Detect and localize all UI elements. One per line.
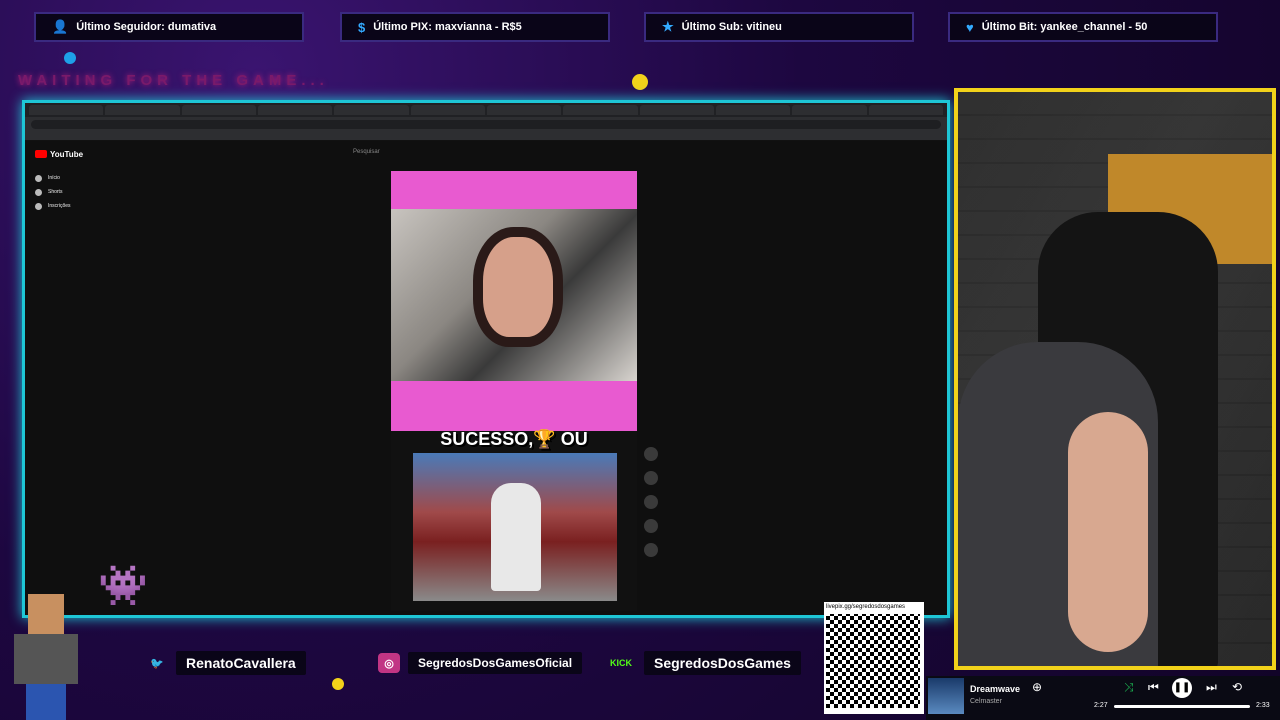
youtube-play-icon <box>35 150 47 158</box>
alert-text: Último PIX: maxvianna - R$5 <box>373 21 522 33</box>
alert-text: Último Bit: yankee_channel - 50 <box>981 21 1148 33</box>
captured-browser-window: YouTube Pesquisar Início Shorts Inscriçõ… <box>22 100 950 618</box>
browser-tab[interactable] <box>486 105 562 115</box>
decor-dot <box>64 52 76 64</box>
streamer-arm <box>1068 412 1148 652</box>
decor-dot <box>332 678 344 690</box>
browser-tab[interactable] <box>257 105 333 115</box>
browser-tab[interactable] <box>868 105 943 115</box>
elapsed-time: 2:27 <box>1094 702 1108 709</box>
twitter-icon: 🐦 <box>150 657 164 670</box>
youtube-header: YouTube Pesquisar <box>25 144 947 164</box>
embedded-video <box>413 453 617 601</box>
browser-tab[interactable] <box>105 105 180 115</box>
browser-tab[interactable] <box>563 105 638 115</box>
youtube-short-player[interactable]: SUCESSO,🏆 OU <box>391 171 637 611</box>
pixel-character <box>6 594 86 720</box>
album-art <box>928 678 964 714</box>
subscriptions-icon <box>35 202 42 210</box>
browser-tabs <box>25 103 947 117</box>
sidebar-item-home[interactable]: Início <box>35 171 115 185</box>
youtube-logo[interactable]: YouTube <box>35 150 83 159</box>
url-input[interactable] <box>31 119 941 129</box>
social-instagram: ◎ SegredosDosGamesOficial <box>378 650 583 676</box>
share-button[interactable] <box>644 519 658 533</box>
webcam-feed <box>954 88 1276 670</box>
user-icon: 👤 <box>52 19 69 34</box>
short-caption: SUCESSO,🏆 OU <box>440 429 588 449</box>
decor-dot <box>632 74 648 90</box>
dollar-icon: $ <box>358 19 366 35</box>
shuffle-icon[interactable]: ⤨ <box>1124 680 1134 695</box>
comment-button[interactable] <box>644 495 658 509</box>
browser-tab[interactable] <box>181 105 256 115</box>
alert-last-pix: $ Último PIX: maxvianna - R$5 <box>340 12 610 42</box>
star-icon: ★ <box>662 19 674 34</box>
alert-last-bit: ♥ Último Bit: yankee_channel - 50 <box>948 12 1218 42</box>
total-time: 2:33 <box>1256 702 1270 709</box>
previous-icon[interactable]: ⏮ <box>1148 680 1159 695</box>
youtube-search-input[interactable]: Pesquisar <box>353 149 583 159</box>
short-pink-banner <box>391 381 637 431</box>
browser-tab[interactable] <box>792 105 867 115</box>
kick-icon: KICK <box>610 658 632 668</box>
browser-tab[interactable] <box>410 105 485 115</box>
streamer-face <box>473 227 563 347</box>
dislike-button[interactable] <box>644 471 658 485</box>
bookmarks-bar <box>25 131 947 141</box>
space-invader-icon: 👾 <box>98 564 148 608</box>
add-icon[interactable]: ⊕ <box>1032 680 1042 694</box>
alert-last-sub: ★ Último Sub: vitineu <box>644 12 914 42</box>
alert-text: Último Sub: vitineu <box>681 21 782 33</box>
progress-bar[interactable] <box>1114 705 1250 708</box>
youtube-sidebar: Início Shorts Inscrições <box>35 171 115 213</box>
song-artist: Celmaster <box>970 698 1002 705</box>
like-button[interactable] <box>644 447 658 461</box>
alert-last-follower: 👤 Último Seguidor: dumativa <box>34 12 304 42</box>
browser-address-bar <box>25 117 947 131</box>
waiting-text: WAITING FOR THE GAME... <box>18 72 329 89</box>
music-player: Dreamwave Celmaster ⊕ ⤨ ⏮ ❚❚ ⏭ ⟲ 2:27 2:… <box>926 676 1280 720</box>
remix-button[interactable] <box>644 543 658 557</box>
video-person <box>491 483 541 591</box>
qr-code: livepix.gg/segredosdosgames <box>824 602 924 714</box>
sidebar-item-shorts[interactable]: Shorts <box>35 185 115 199</box>
pause-button[interactable]: ❚❚ <box>1172 678 1192 698</box>
heart-icon: ♥ <box>966 19 974 35</box>
short-actions <box>642 443 660 567</box>
short-top-banner <box>391 171 637 209</box>
browser-tab[interactable] <box>715 105 791 115</box>
repeat-icon[interactable]: ⟲ <box>1232 680 1242 694</box>
browser-tab[interactable] <box>639 105 714 115</box>
social-twitter: 🐦 RenatoCavallera <box>146 650 306 676</box>
social-kick: KICK SegredosDosGames <box>606 650 801 676</box>
shorts-icon <box>35 188 42 196</box>
sidebar-item-subscriptions[interactable]: Inscrições <box>35 199 115 213</box>
next-icon[interactable]: ⏭ <box>1206 680 1217 695</box>
qr-url: livepix.gg/segredosdosgames <box>826 604 906 610</box>
short-video-frame <box>391 209 637 381</box>
qr-pattern <box>826 614 920 708</box>
home-icon <box>35 174 42 182</box>
song-title: Dreamwave <box>970 684 1021 694</box>
alert-text: Último Seguidor: dumativa <box>76 21 217 33</box>
browser-tab[interactable] <box>334 105 409 115</box>
instagram-icon: ◎ <box>378 653 400 673</box>
browser-tab[interactable] <box>29 105 104 115</box>
